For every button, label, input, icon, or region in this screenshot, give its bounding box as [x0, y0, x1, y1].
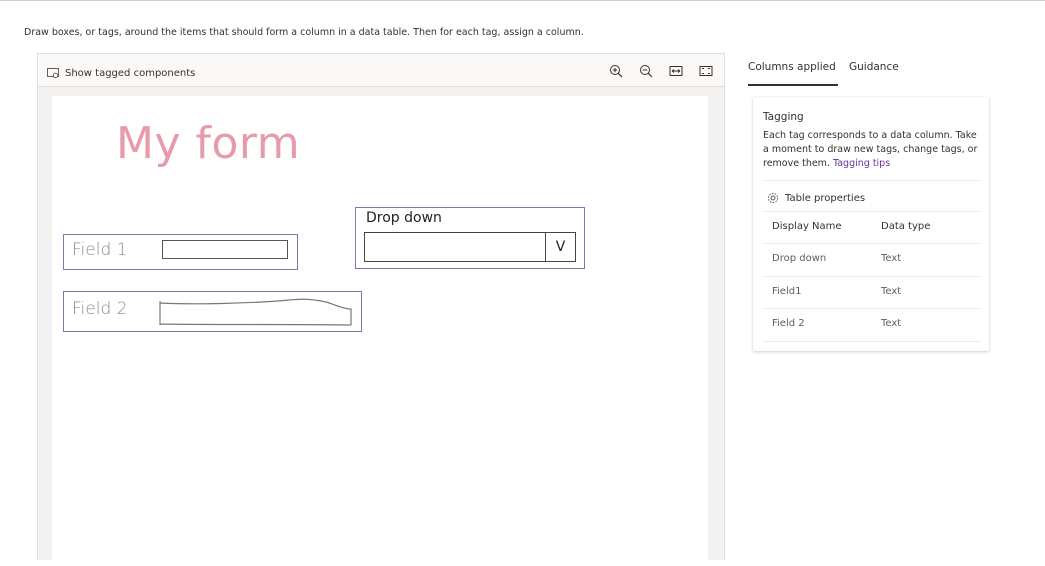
header-display-name: Display Name [772, 221, 842, 232]
tag-drop-down[interactable]: Drop down V [355, 207, 585, 269]
field2-sketched-box [159, 298, 352, 326]
card-divider [763, 211, 981, 212]
card-divider [763, 180, 981, 181]
row-data-type: Text [881, 253, 902, 264]
canvas-toolbar: Show tagged components [38, 54, 724, 87]
table-row[interactable]: Field 2 Text [772, 318, 982, 338]
top-divider [0, 0, 1045, 1]
tab-columns-applied[interactable]: Columns applied [748, 61, 838, 86]
row-display-name: Field 2 [772, 318, 805, 329]
field1-input-box [162, 240, 288, 259]
row-data-type: Text [881, 286, 902, 297]
zoom-in-icon[interactable] [609, 63, 623, 78]
gear-icon [767, 189, 779, 208]
card-divider [763, 276, 981, 277]
zoom-out-icon[interactable] [639, 63, 653, 78]
form-title: My form [116, 118, 301, 169]
row-display-name: Drop down [772, 253, 827, 264]
tag-field2[interactable]: Field 2 [63, 291, 362, 332]
tab-guidance[interactable]: Guidance [849, 61, 899, 73]
row-display-name: Field1 [772, 286, 802, 297]
dropdown-label: Drop down [366, 210, 442, 226]
right-pane: Columns applied Guidance Tagging Each ta… [740, 53, 1000, 351]
table-row[interactable]: Field1 Text [772, 286, 982, 306]
dropdown-chevron-icon: V [545, 233, 575, 261]
card-description: Each tag corresponds to a data column. T… [763, 129, 985, 171]
field2-handwritten-label: Field 2 [72, 299, 128, 319]
field1-handwritten-label: Field 1 [72, 240, 128, 260]
card-divider [763, 341, 981, 342]
document-canvas-panel: Show tagged components My form Field 1 F… [37, 53, 725, 566]
table-properties-button[interactable]: Table properties [767, 189, 865, 208]
tagging-tips-link[interactable]: Tagging tips [833, 158, 890, 169]
card-divider [763, 308, 981, 309]
dropdown-sketch-field: V [364, 232, 576, 262]
card-divider [763, 243, 981, 244]
columns-table-header: Display Name Data type [772, 221, 982, 241]
row-data-type: Text [881, 318, 902, 329]
header-data-type: Data type [881, 221, 931, 232]
tagged-components-icon [47, 64, 59, 83]
fit-page-icon[interactable] [699, 63, 713, 77]
tagging-card: Tagging Each tag corresponds to a data c… [753, 97, 989, 351]
tag-field1[interactable]: Field 1 [63, 234, 298, 270]
show-tagged-components-toggle[interactable]: Show tagged components [47, 64, 195, 83]
table-row[interactable]: Drop down Text [772, 253, 982, 273]
table-properties-label: Table properties [785, 193, 866, 204]
card-title: Tagging [763, 111, 804, 123]
document-page: My form Field 1 Field 2 Drop down V [52, 96, 708, 566]
pane-tabs: Columns applied Guidance [740, 53, 1000, 86]
fit-width-icon[interactable] [669, 63, 683, 77]
instruction-text: Draw boxes, or tags, around the items th… [24, 27, 584, 38]
show-tagged-components-label: Show tagged components [65, 68, 196, 79]
